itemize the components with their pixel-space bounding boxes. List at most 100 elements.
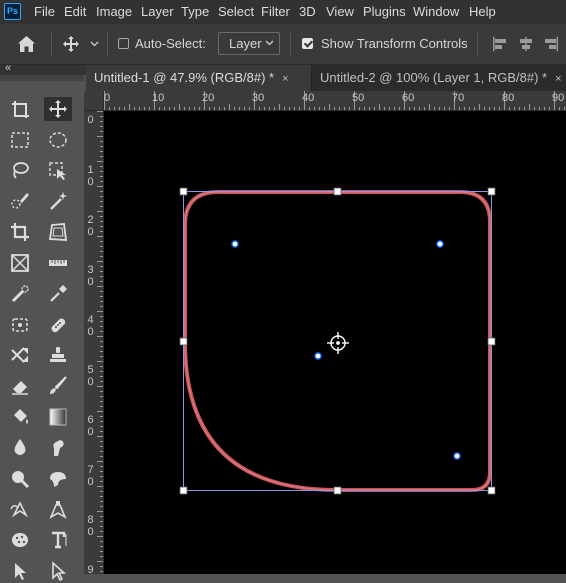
patch-icon [12, 317, 28, 332]
tab-untitled-2[interactable]: Untitled-2 @ 100% (Layer 1, RGB/8#) * × [311, 65, 566, 91]
brush-button[interactable] [44, 374, 72, 398]
document-tab-bar: Untitled-1 @ 47.9% (RGB/8#) * × Untitled-… [86, 65, 566, 91]
menu-layer[interactable]: Layer [141, 4, 174, 20]
chevron-down-icon[interactable] [90, 41, 99, 47]
paint-bucket-icon [14, 409, 28, 424]
ruler-ticks [104, 91, 565, 110]
paint-bucket-button[interactable] [6, 405, 34, 429]
ruler-label: 10 [152, 92, 165, 104]
collapse-panel-icon[interactable]: « [5, 62, 11, 74]
ruler-label: 0 [87, 476, 94, 488]
clone-stamp-button[interactable] [44, 343, 72, 367]
blur-button[interactable] [6, 436, 34, 460]
close-icon[interactable]: × [555, 73, 561, 85]
ruler-label: 5 [87, 364, 94, 376]
freeform-pen-button[interactable] [6, 497, 34, 521]
tools-panel [0, 75, 84, 581]
transform-handle-top-left[interactable] [179, 187, 188, 196]
close-icon[interactable]: × [282, 73, 288, 85]
ruler-label: 0 [87, 376, 94, 388]
menu-view[interactable]: View [326, 4, 354, 20]
patch-button[interactable] [6, 313, 34, 337]
dodge-button[interactable] [6, 467, 34, 491]
burn-button[interactable] [44, 467, 72, 491]
align-left-edges-icon[interactable] [492, 36, 508, 52]
quick-selection-button[interactable] [6, 189, 34, 213]
spot-healing-button[interactable] [6, 282, 34, 306]
menu-filter[interactable]: Filter [261, 4, 290, 20]
menu-edit[interactable]: Edit [64, 4, 86, 20]
direct-selection-button[interactable] [44, 559, 72, 583]
transform-handle-right[interactable] [487, 337, 496, 346]
transform-handle-bottom[interactable] [333, 486, 342, 495]
divider [107, 32, 108, 56]
corner-radius-widget-bottom-left[interactable] [314, 352, 322, 360]
menu-3d[interactable]: 3D [299, 4, 316, 20]
ruler-button[interactable] [44, 251, 72, 275]
menu-window[interactable]: Window [413, 4, 459, 20]
clone-stamp-icon [50, 347, 66, 363]
transform-bounding-box[interactable] [183, 191, 492, 491]
document-canvas[interactable] [104, 111, 566, 574]
perspective-crop-button[interactable] [44, 220, 72, 244]
move-tool-preset-icon[interactable] [62, 35, 80, 53]
object-selection-button[interactable] [44, 159, 72, 183]
path-selection-button[interactable] [6, 559, 34, 583]
smudge-icon [53, 439, 64, 456]
dodge-icon [12, 470, 30, 488]
show-transform-controls-checkbox[interactable] [302, 38, 313, 49]
eyedropper-button[interactable] [44, 282, 72, 306]
eraser-button[interactable] [6, 374, 34, 398]
auto-select-checkbox[interactable] [118, 38, 129, 49]
ruler-label: 0 [87, 176, 94, 188]
menu-file[interactable]: File [34, 4, 55, 20]
spot-healing-icon [11, 285, 29, 302]
bandage-button[interactable] [44, 313, 72, 337]
align-horizontal-centers-icon[interactable] [518, 36, 534, 52]
lasso-button[interactable] [6, 159, 34, 183]
magic-wand-button[interactable] [44, 189, 72, 213]
elliptical-marquee-button[interactable] [44, 128, 72, 152]
gradient-button[interactable] [44, 405, 72, 429]
rectangular-marquee-button[interactable] [6, 128, 34, 152]
pen-button[interactable] [44, 497, 72, 521]
transform-handle-top-right[interactable] [487, 187, 496, 196]
dropdown-value: Layer [229, 36, 262, 51]
artboard-tool-button[interactable] [6, 97, 34, 121]
ruler-label: 0 [87, 114, 94, 126]
type-tool-button[interactable] [44, 528, 72, 552]
menu-plugins[interactable]: Plugins [363, 4, 406, 20]
reference-point-icon[interactable] [327, 332, 349, 354]
tab-untitled-1[interactable]: Untitled-1 @ 47.9% (RGB/8#) * × [86, 65, 311, 91]
object-selection-icon [49, 161, 66, 180]
ruler-origin[interactable] [84, 91, 104, 111]
menu-help[interactable]: Help [469, 4, 496, 20]
transform-handle-top[interactable] [333, 187, 342, 196]
menu-type[interactable]: Type [181, 4, 209, 20]
sponge-button[interactable] [6, 528, 34, 552]
transform-handle-left[interactable] [179, 337, 188, 346]
align-right-edges-icon[interactable] [543, 36, 559, 52]
corner-radius-widget-bottom-right[interactable] [453, 452, 461, 460]
shape-layer-outline[interactable] [183, 190, 492, 492]
smudge-button[interactable] [44, 436, 72, 460]
transform-handle-bottom-left[interactable] [179, 486, 188, 495]
menu-image[interactable]: Image [96, 4, 132, 20]
brush-icon [50, 376, 67, 395]
elliptical-marquee-icon [49, 132, 67, 148]
move-tool-button[interactable] [44, 97, 72, 121]
frame-button[interactable] [6, 251, 34, 275]
menu-select[interactable]: Select [218, 4, 254, 20]
ruler-label: 9 [87, 564, 94, 575]
content-aware-move-button[interactable] [6, 343, 34, 367]
vertical-ruler[interactable]: 010203040506070809 [84, 111, 104, 574]
corner-radius-widget-top-right[interactable] [436, 240, 444, 248]
horizontal-ruler[interactable]: 0 10 20 30 40 50 60 70 80 90 [104, 91, 566, 111]
home-icon[interactable] [17, 35, 36, 53]
canvas-drawing [179, 187, 496, 495]
corner-radius-widget-top-left[interactable] [231, 240, 239, 248]
auto-select-target-dropdown[interactable]: Layer [218, 32, 280, 55]
crop-button[interactable] [6, 220, 34, 244]
ruler-label: 0 [104, 92, 111, 104]
transform-handle-bottom-right[interactable] [487, 486, 496, 495]
